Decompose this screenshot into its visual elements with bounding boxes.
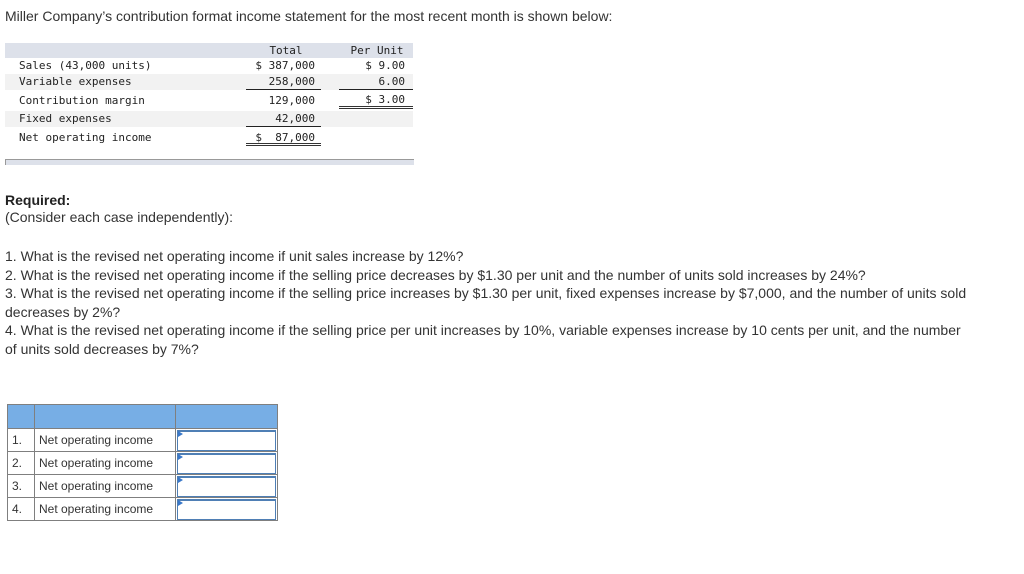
answer-cell: [175, 497, 278, 521]
questions-list: 1. What is the revised net operating inc…: [5, 247, 970, 358]
row-label: Net operating income: [34, 497, 176, 521]
required-subtitle: (Consider each case independently):: [5, 209, 234, 225]
answer-row: 1. Net operating income: [7, 428, 278, 452]
statement-row-sales: Sales (43,000 units) $ 387,000 $ 9.00: [5, 58, 413, 74]
statement-row-fixed: Fixed expenses 42,000: [5, 111, 413, 127]
row-number: 3.: [7, 474, 35, 498]
row-number: 1.: [7, 428, 35, 452]
row-label: Contribution margin: [19, 94, 145, 107]
question-2: 2. What is the revised net operating inc…: [5, 266, 866, 283]
answer-input-1[interactable]: [177, 430, 276, 451]
row-label: Net operating income: [34, 474, 176, 498]
header-total: Total: [269, 44, 303, 57]
intro-text: Miller Company’s contribution format inc…: [5, 8, 613, 24]
statement-footer: [5, 159, 414, 165]
row-number: 2.: [7, 451, 35, 475]
header-per-unit: Per Unit: [350, 44, 404, 57]
statement-row-variable: Variable expenses 258,000 6.00: [5, 74, 413, 90]
question-4: 4. What is the revised net operating inc…: [5, 322, 961, 357]
row-label: Variable expenses: [19, 75, 132, 88]
answer-row: 3. Net operating income: [7, 474, 278, 498]
answer-cell: [175, 474, 278, 498]
row-number: 4.: [7, 497, 35, 521]
required-section: Required: (Consider each case independen…: [5, 192, 233, 226]
row-label: Net operating income: [19, 131, 152, 144]
row-total: 42,000: [275, 112, 315, 125]
row-total: 258,000: [268, 75, 315, 88]
row-per-unit: $ 3.00: [365, 93, 405, 106]
row-label: Net operating income: [34, 451, 176, 475]
input-marker-icon: [178, 454, 183, 460]
row-total: 129,000: [268, 94, 315, 107]
income-statement: Total Per Unit Sales (43,000 units) $ 38…: [5, 43, 414, 165]
question-3: 3. What is the revised net operating inc…: [5, 285, 967, 320]
row-total: $ 387,000: [255, 59, 315, 72]
answer-cell: [175, 451, 278, 475]
double-underline: [339, 106, 413, 109]
row-label: Fixed expenses: [19, 112, 112, 125]
answer-cell: [175, 428, 278, 452]
answer-table-header: [7, 404, 278, 429]
row-label: Net operating income: [34, 428, 176, 452]
statement-header: Total Per Unit: [5, 43, 413, 58]
input-marker-icon: [178, 500, 183, 506]
answer-row: 2. Net operating income: [7, 451, 278, 475]
statement-row-contribution: Contribution margin 129,000 $ 3.00: [5, 90, 413, 111]
question-1: 1. What is the revised net operating inc…: [5, 248, 464, 264]
input-marker-icon: [178, 477, 183, 483]
input-marker-icon: [178, 431, 183, 437]
statement-row-net-income: Net operating income $ 87,000: [5, 127, 413, 148]
answer-input-3[interactable]: [177, 476, 276, 497]
answer-input-2[interactable]: [177, 453, 276, 474]
row-label: Sales (43,000 units): [19, 59, 152, 72]
row-per-unit: $ 9.00: [365, 59, 405, 72]
row-per-unit: 6.00: [378, 75, 406, 88]
answer-table: 1. Net operating income 2. Net operating…: [7, 404, 278, 521]
answer-row: 4. Net operating income: [7, 497, 278, 521]
answer-input-4[interactable]: [177, 499, 276, 520]
required-title: Required:: [5, 192, 71, 208]
double-underline: [246, 143, 321, 146]
